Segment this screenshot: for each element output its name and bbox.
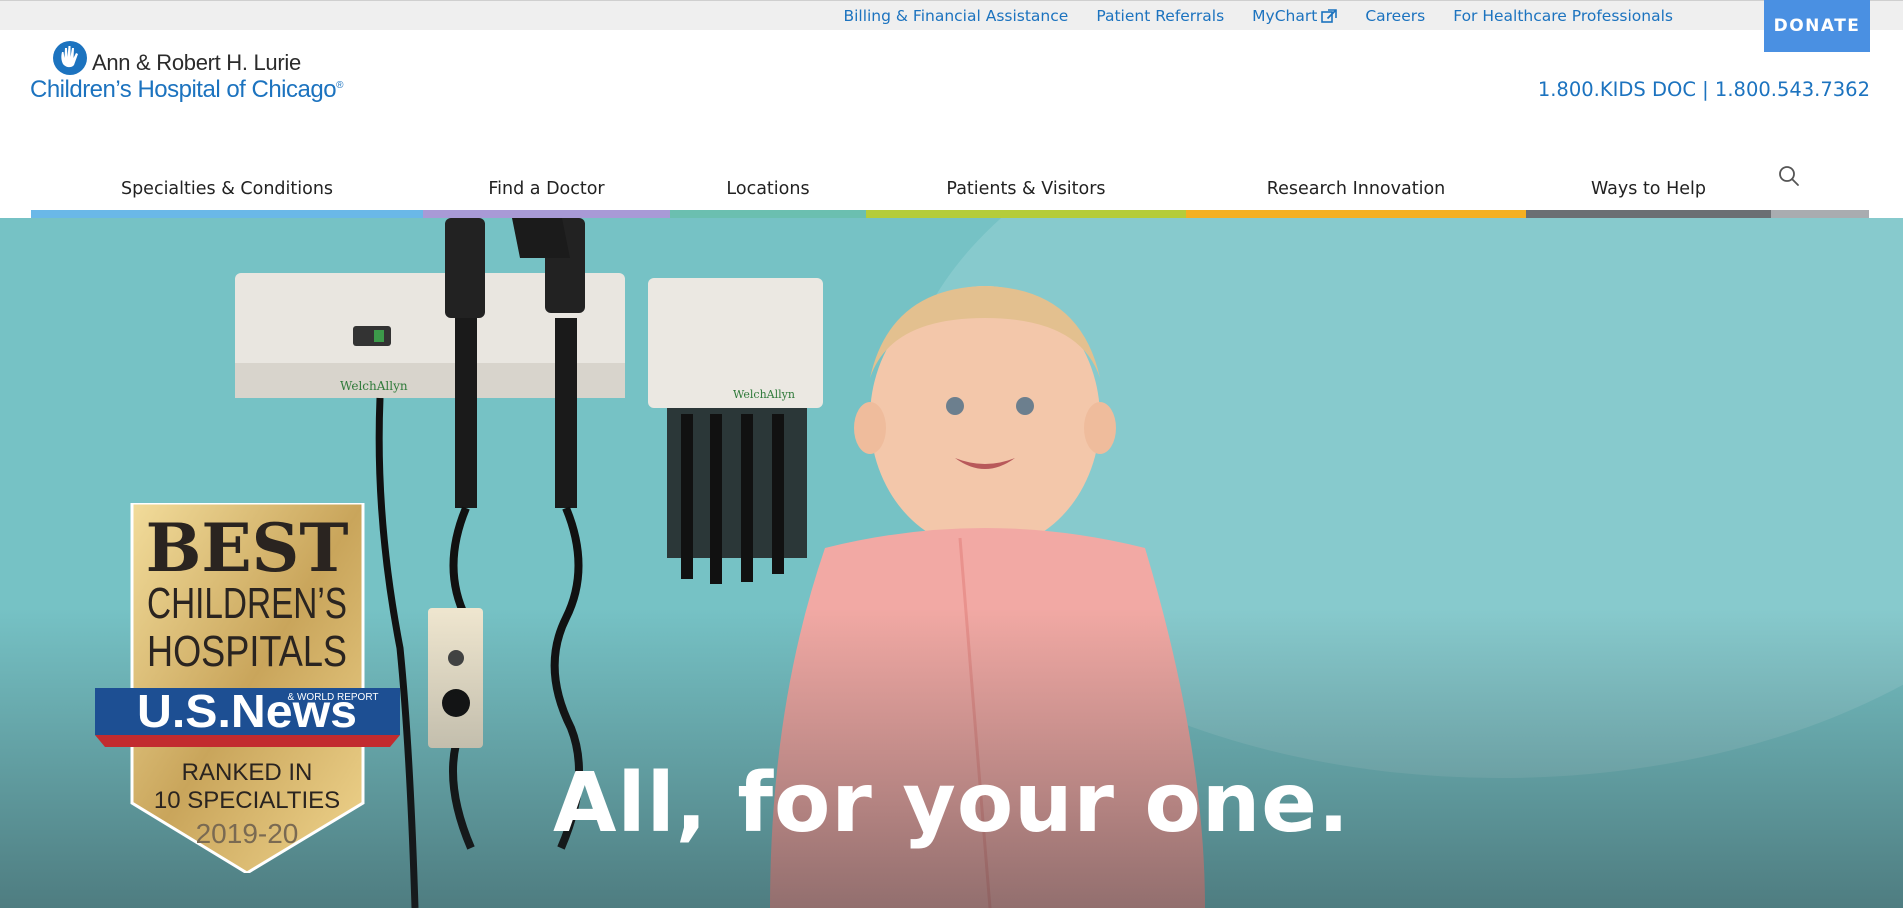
nav-specialties-bar (31, 210, 423, 218)
careers-link[interactable]: Careers (1365, 7, 1425, 25)
nav-locations-label: Locations (726, 179, 810, 199)
logo-line2: Children’s Hospital of Chicago® (30, 76, 343, 104)
nav-find-doctor[interactable]: Find a Doctor (423, 160, 670, 218)
hand-heart-icon (53, 41, 87, 75)
nav-ways-to-help-label: Ways to Help (1591, 179, 1706, 199)
logo-line2-text: Children’s Hospital of Chicago (30, 76, 337, 103)
nav-ways-to-help[interactable]: Ways to Help (1526, 160, 1771, 218)
billing-link[interactable]: Billing & Financial Assistance (843, 7, 1068, 25)
site-logo[interactable]: Ann & Robert H. Lurie Children’s Hospita… (30, 40, 360, 110)
patient-referrals-link[interactable]: Patient Referrals (1096, 7, 1224, 25)
nav-find-doctor-bar (423, 210, 670, 218)
external-link-icon (1321, 9, 1338, 23)
nav-specialties-label: Specialties & Conditions (120, 179, 334, 199)
nav-patients-visitors-bar (866, 210, 1186, 218)
badge-line2: CHILDREN’S (147, 579, 347, 628)
utility-bar: Billing & Financial Assistance Patient R… (0, 0, 1903, 30)
nav-locations[interactable]: Locations (670, 160, 866, 218)
nav-specialties[interactable]: Specialties & Conditions (31, 160, 423, 218)
hero-headline: All, for your one. (553, 756, 1350, 851)
mychart-link-label: MyChart (1252, 7, 1318, 25)
donate-button[interactable]: DONATE (1764, 0, 1870, 52)
badge-line1: BEST (146, 509, 349, 587)
logo-line1: Ann & Robert H. Lurie (92, 50, 301, 75)
nav-research[interactable]: Research Innovation (1186, 160, 1526, 218)
mychart-link[interactable]: MyChart (1252, 7, 1338, 25)
nav-research-bar (1186, 210, 1526, 218)
badge-brand-sub: & WORLD REPORT (288, 692, 379, 703)
svg-text:WelchAllyn: WelchAllyn (340, 379, 408, 393)
healthcare-professionals-link[interactable]: For Healthcare Professionals (1453, 7, 1673, 25)
badge-line3: HOSPITALS (147, 627, 347, 676)
phone-number[interactable]: 1.800.KIDS DOC | 1.800.543.7362 (1538, 78, 1870, 101)
svg-text:WelchAllyn: WelchAllyn (733, 388, 795, 401)
nav-ways-to-help-bar (1526, 210, 1771, 218)
nav-locations-bar (670, 210, 866, 218)
nav-find-doctor-label: Find a Doctor (488, 179, 605, 199)
hero-banner: WelchAllyn WelchAllyn BEST CHILDREN’S HO… (0, 218, 1903, 908)
main-nav: Specialties & Conditions Find a Doctor L… (31, 160, 1869, 218)
utility-nav: Billing & Financial Assistance Patient R… (843, 1, 1673, 31)
search-icon[interactable] (1777, 164, 1801, 188)
nav-patients-visitors[interactable]: Patients & Visitors (866, 160, 1186, 218)
registered-mark: ® (336, 80, 343, 91)
nav-research-label: Research Innovation (1266, 179, 1446, 199)
nav-search-bar (1771, 210, 1869, 218)
nav-patients-visitors-label: Patients & Visitors (946, 179, 1106, 199)
